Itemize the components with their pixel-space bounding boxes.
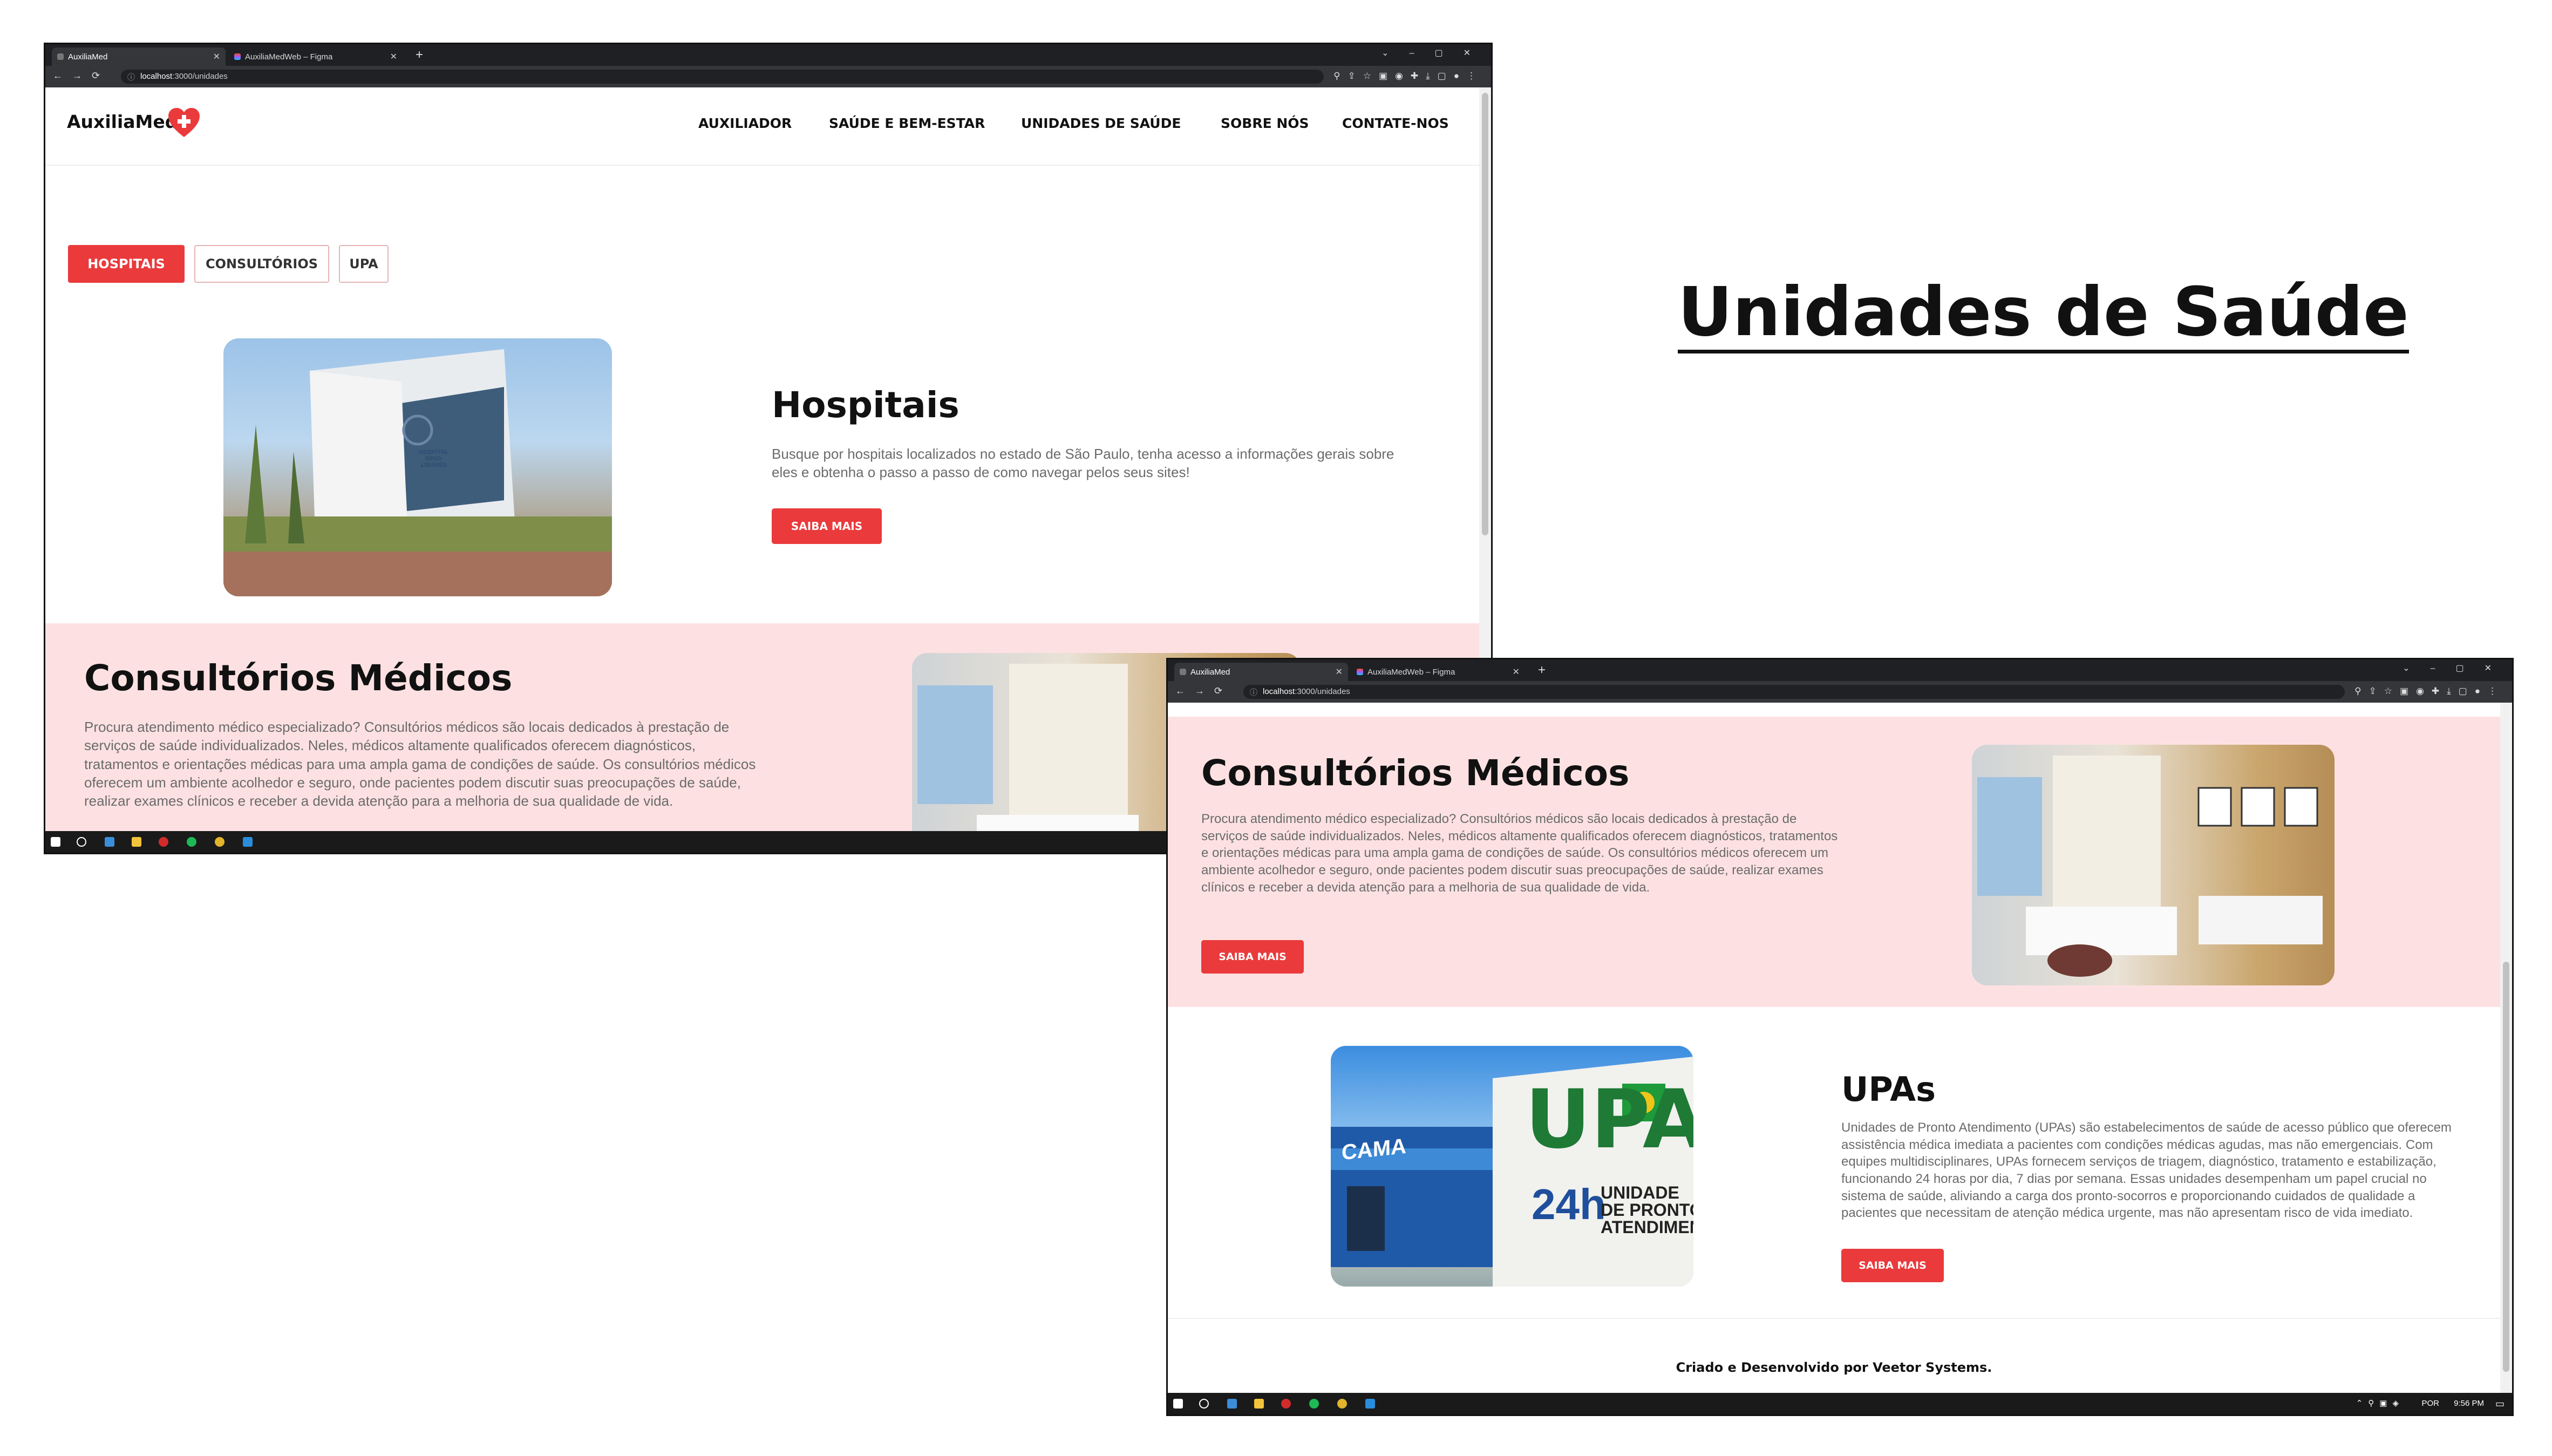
url-field[interactable]: ⓘ localhost:3000/unidades <box>1243 685 2345 699</box>
page-favicon-icon <box>1180 669 1186 675</box>
upas-description: Unidades de Pronto Atendimento (UPAs) sã… <box>1841 1120 2452 1221</box>
close-tab-icon[interactable]: ✕ <box>1513 666 1520 677</box>
hospitais-saiba-mais-button[interactable]: SAIBA MAIS <box>772 508 882 544</box>
filter-hospitais[interactable]: HOSPITAIS <box>68 245 185 283</box>
header-divider <box>45 165 1479 166</box>
close-tab-icon[interactable]: ✕ <box>213 51 220 62</box>
search-icon[interactable] <box>77 837 86 847</box>
opera-icon[interactable] <box>159 837 168 847</box>
tab-bar: AuxiliaMed ✕ AuxiliaMedWeb – Figma ✕ + ⌄… <box>45 44 1491 66</box>
consultorios-heading: Consultórios Médicos <box>84 657 513 699</box>
address-bar-row: ←→⟳ ⓘ localhost:3000/unidades ⚲⇪☆▣◉✚⤓▢●⋮ <box>1168 681 2512 703</box>
nav-unidades-de-saude[interactable]: UNIDADES DE SAÚDE <box>1021 115 1181 131</box>
tab-title: AuxiliaMed <box>1190 668 1230 677</box>
windows-start-icon[interactable] <box>1173 1399 1183 1409</box>
brand-logo-text[interactable]: AuxiliaMed <box>67 111 178 132</box>
window-controls[interactable]: ⌄–▢✕ <box>2403 663 2512 673</box>
nav-auxiliador[interactable]: AUXILIADOR <box>698 115 792 131</box>
file-explorer-icon[interactable] <box>132 837 141 847</box>
browser-window-bottom: AuxiliaMed ✕ AuxiliaMedWeb – Figma ✕ + ⌄… <box>1166 658 2514 1416</box>
taskview-icon[interactable] <box>1227 1399 1237 1409</box>
upa-sign-text: UNIDADE DE PRONTO ATENDIMENTO <box>1601 1183 1693 1237</box>
footer-credit: Criado e Desenvolvido por Veetor Systems… <box>1676 1360 1992 1375</box>
hospital-sign-text: HOSPITAL SÍRIO-LIBANÊS <box>419 449 449 468</box>
upa-sign-letters: UPA <box>1525 1073 1693 1167</box>
nav-contate-nos[interactable]: CONTATE-NOS <box>1342 115 1449 131</box>
hospitais-heading: Hospitais <box>772 384 959 426</box>
scrollbar[interactable] <box>2500 703 2512 1393</box>
info-icon: ⓘ <box>127 73 135 81</box>
close-tab-icon[interactable]: ✕ <box>1336 666 1343 677</box>
tab-auxiliamed[interactable]: AuxiliaMed ✕ <box>1174 663 1348 681</box>
vscode-icon[interactable] <box>1365 1399 1375 1409</box>
url-field[interactable]: ⓘ localhost:3000/unidades <box>121 70 1324 84</box>
extension-icons[interactable]: ⚲⇪☆▣◉✚⤓▢●⋮ <box>2354 686 2505 697</box>
opera-icon[interactable] <box>1281 1399 1291 1409</box>
tab-figma[interactable]: AuxiliaMedWeb – Figma ✕ <box>1351 663 1525 681</box>
figma-icon <box>234 53 241 60</box>
tab-title: AuxiliaMedWeb – Figma <box>245 52 333 62</box>
spotify-icon[interactable] <box>1309 1399 1319 1409</box>
close-tab-icon[interactable]: ✕ <box>390 51 397 62</box>
tab-bar: AuxiliaMed ✕ AuxiliaMedWeb – Figma ✕ + ⌄… <box>1168 659 2512 681</box>
presentation-title: Unidades de Saúde <box>1678 275 2409 353</box>
windows-start-icon[interactable] <box>51 837 60 847</box>
upa-sign-24h: 24h <box>1532 1180 1606 1228</box>
consultorios-description: Procura atendimento médico especializado… <box>84 719 756 809</box>
consultorios-saiba-mais-button[interactable]: SAIBA MAIS <box>1201 940 1304 974</box>
chrome-icon[interactable] <box>1337 1399 1347 1409</box>
file-explorer-icon[interactable] <box>1254 1399 1264 1409</box>
consultorios-description: Procura atendimento médico especializado… <box>1201 812 1838 895</box>
consultorios-heading: Consultórios Médicos <box>1201 752 1630 794</box>
web-page: Consultórios Médicos Procura atendimento… <box>1168 703 2512 1393</box>
new-tab-icon[interactable]: + <box>416 47 423 63</box>
extension-icons[interactable]: ⚲⇪☆▣◉✚⤓▢●⋮ <box>1333 71 1483 81</box>
upas-heading: UPAs <box>1841 1070 1936 1109</box>
clock[interactable]: 9:56 PM <box>2454 1399 2484 1408</box>
hospitais-description: Busque por hospitais localizados no esta… <box>772 446 1394 481</box>
hospital-image: HOSPITAL SÍRIO-LIBANÊS <box>223 338 612 596</box>
search-icon[interactable] <box>1199 1399 1209 1409</box>
spotify-icon[interactable] <box>187 837 196 847</box>
language-indicator[interactable]: POR <box>2421 1399 2439 1408</box>
heart-cross-logo-icon <box>168 108 200 137</box>
nav-saude-bem-estar[interactable]: SAÚDE E BEM-ESTAR <box>829 115 985 131</box>
info-icon: ⓘ <box>1250 688 1257 697</box>
window-controls[interactable]: ⌄–▢✕ <box>1382 47 1491 58</box>
new-tab-icon[interactable]: + <box>1538 663 1546 678</box>
scrollbar-thumb[interactable] <box>2503 962 2509 1372</box>
upas-saiba-mais-button[interactable]: SAIBA MAIS <box>1841 1249 1944 1282</box>
tab-figma[interactable]: AuxiliaMedWeb – Figma ✕ <box>229 47 403 66</box>
figma-icon <box>1357 669 1363 675</box>
address-bar-row: ←→⟳ ⓘ localhost:3000/unidades ⚲⇪☆▣◉✚⤓▢●⋮ <box>45 66 1491 87</box>
filter-upa[interactable]: UPA <box>339 245 389 283</box>
nav-arrows-icon[interactable]: ←→⟳ <box>1175 685 1232 697</box>
upa-image: UPA 24h UNIDADE DE PRONTO ATENDIMENTO CA… <box>1331 1046 1693 1287</box>
chrome-icon[interactable] <box>215 837 224 847</box>
windows-taskbar: ⌃⚲▣◈ POR 9:56 PM ▭ <box>1168 1393 2512 1414</box>
nav-arrows-icon[interactable]: ←→⟳ <box>53 70 110 81</box>
scrollbar-thumb[interactable] <box>1482 93 1488 535</box>
notification-icon[interactable]: ▭ <box>2495 1398 2505 1410</box>
tab-title: AuxiliaMed <box>68 52 108 62</box>
consultorio-image <box>1972 745 2335 985</box>
system-tray-icons[interactable]: ⌃⚲▣◈ <box>2356 1398 2404 1408</box>
tab-auxiliamed[interactable]: AuxiliaMed ✕ <box>52 47 226 66</box>
vscode-icon[interactable] <box>243 837 253 847</box>
taskview-icon[interactable] <box>105 837 114 847</box>
tab-title: AuxiliaMedWeb – Figma <box>1367 668 1455 677</box>
nav-sobre-nos[interactable]: SOBRE NÓS <box>1221 115 1309 131</box>
filter-consultorios[interactable]: CONSULTÓRIOS <box>194 245 329 283</box>
page-favicon-icon <box>57 53 64 60</box>
footer-divider <box>1168 1318 2500 1319</box>
